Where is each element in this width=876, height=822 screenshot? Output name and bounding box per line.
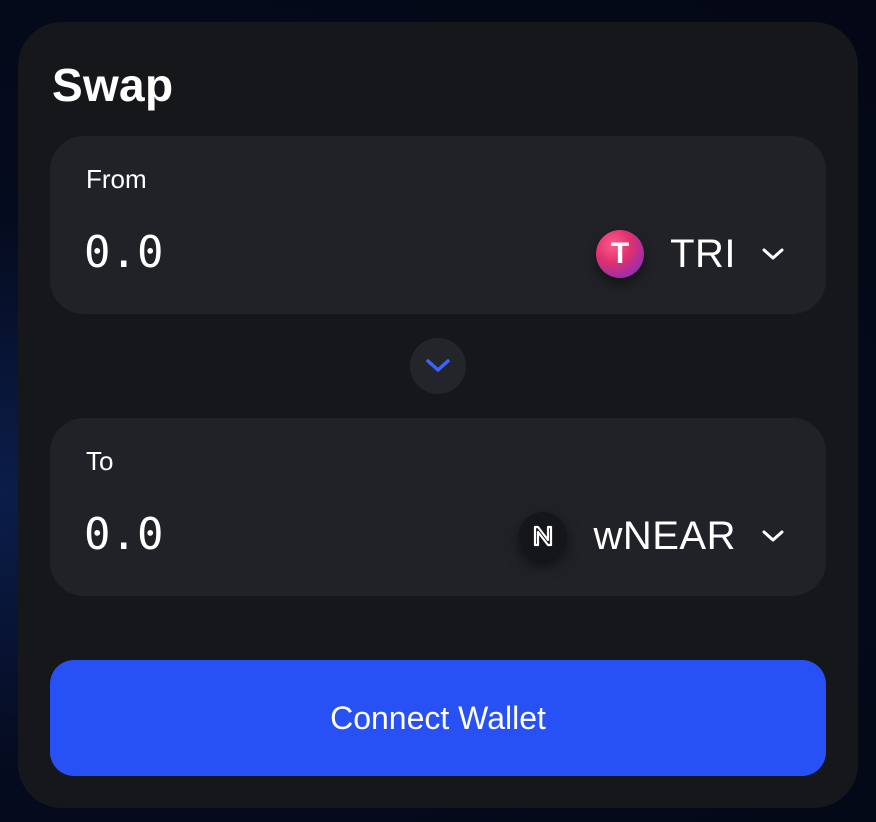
to-token-select[interactable]: wNEAR bbox=[519, 506, 786, 566]
from-token-select[interactable]: T TRI bbox=[596, 224, 786, 284]
tri-token-icon: T bbox=[596, 230, 645, 278]
chevron-down-icon bbox=[424, 358, 452, 374]
to-label: To bbox=[86, 446, 114, 476]
from-panel: From T TRI bbox=[50, 136, 826, 314]
from-amount-input[interactable] bbox=[84, 222, 384, 282]
connect-wallet-button[interactable]: Connect Wallet bbox=[50, 660, 826, 776]
chevron-down-icon bbox=[760, 523, 786, 549]
swap-card: Swap From T TRI To bbox=[18, 22, 858, 808]
from-token-symbol: TRI bbox=[670, 231, 736, 276]
to-token-symbol: wNEAR bbox=[593, 513, 736, 558]
chevron-down-icon bbox=[760, 241, 786, 267]
tri-logo-letter: T bbox=[610, 237, 630, 270]
swap-title: Swap bbox=[52, 59, 174, 111]
from-label: From bbox=[86, 164, 147, 194]
near-token-icon bbox=[519, 512, 568, 560]
to-panel: To wNEAR bbox=[50, 418, 826, 596]
to-amount-input[interactable] bbox=[84, 504, 384, 564]
switch-direction-button[interactable] bbox=[410, 338, 466, 394]
